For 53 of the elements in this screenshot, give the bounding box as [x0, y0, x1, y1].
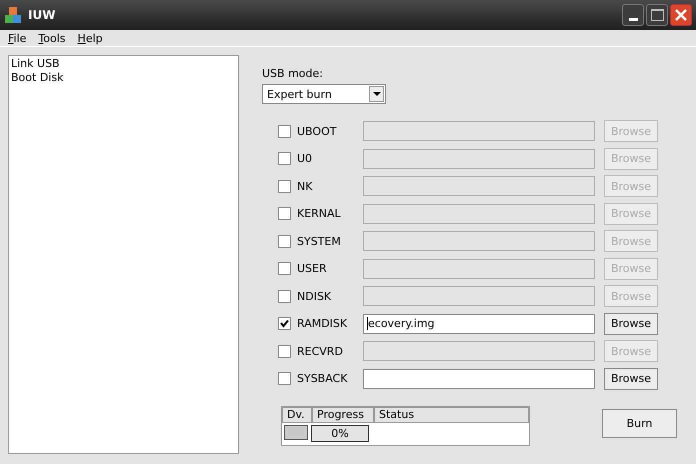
checkbox-label: U0 [297, 152, 314, 165]
file-path-field[interactable] [363, 368, 595, 388]
checkbox-label: USER [297, 262, 328, 275]
menu-item[interactable]: File [2, 32, 32, 44]
checkbox-label: SYSTEM [297, 234, 342, 248]
menu-item[interactable]: Help [72, 32, 109, 44]
checkbox[interactable] [278, 290, 291, 302]
checkbox-label: NK [297, 180, 314, 192]
list-item[interactable]: Link USB [11, 57, 236, 71]
minimize-button[interactable] [622, 4, 644, 26]
checkbox[interactable] [278, 262, 291, 275]
checkbox[interactable] [278, 317, 291, 330]
checkbox-label: KERNAL [297, 207, 342, 220]
checkbox-label: RECVRD [297, 344, 344, 358]
checkbox[interactable] [278, 372, 291, 385]
close-icon [674, 8, 688, 22]
caret-icon [372, 92, 380, 96]
list-item[interactable]: Boot Disk [11, 71, 236, 85]
window-title: IUW [28, 8, 56, 22]
file-path-field[interactable] [363, 231, 595, 251]
file-path-field[interactable] [363, 286, 595, 306]
column-header[interactable]: Status [374, 406, 529, 422]
file-path-field[interactable] [363, 258, 595, 278]
close-button[interactable] [670, 4, 692, 26]
progress-bar: 0% [311, 424, 369, 442]
checkbox[interactable] [278, 152, 291, 165]
file-path-field[interactable]: ecovery.img [363, 314, 595, 334]
checkbox[interactable] [278, 344, 291, 358]
column-header[interactable]: Progress [312, 406, 374, 422]
file-path-field[interactable] [363, 176, 595, 196]
file-path-field[interactable] [363, 341, 595, 361]
checkbox-label: SYSBACK [297, 372, 348, 385]
file-path-field[interactable] [363, 121, 595, 141]
usb-mode-dropdown[interactable]: Expert burn [262, 84, 386, 104]
device-indicator [284, 424, 308, 440]
burn-button[interactable]: Burn [602, 408, 677, 438]
checkbox[interactable] [278, 180, 291, 192]
column-header[interactable]: Dv. [282, 406, 312, 422]
checkbox[interactable] [278, 207, 291, 220]
file-path-field[interactable] [363, 204, 595, 224]
checkbox-label: NDISK [297, 290, 332, 302]
browse-button[interactable]: Browse [604, 312, 658, 334]
app-icon [4, 6, 22, 24]
maximize-button[interactable] [646, 4, 668, 26]
checkbox[interactable] [278, 234, 291, 248]
menu-item[interactable]: Tools [32, 32, 72, 44]
checkbox-label: RAMDISK [297, 317, 348, 330]
checkbox-label: UBOOT [297, 124, 338, 138]
file-path-field[interactable] [363, 148, 595, 168]
checkbox[interactable] [278, 124, 291, 138]
browse-button[interactable]: Browse [604, 368, 658, 390]
usb-mode-label: USB mode: [262, 67, 323, 80]
mode-list[interactable]: Link USB Boot Disk [8, 55, 239, 454]
